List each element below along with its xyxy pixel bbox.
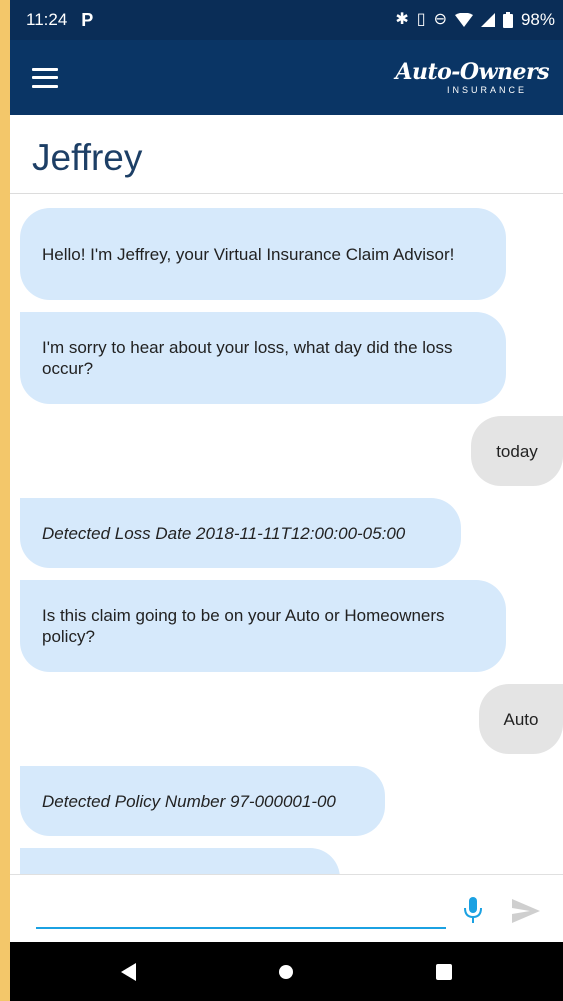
signal-icon [480, 13, 495, 27]
home-icon[interactable] [278, 964, 293, 979]
chat-transcript[interactable]: Hello! I'm Jeffrey, your Virtual Insuran… [10, 194, 563, 874]
chat-message-user: Auto [479, 684, 563, 754]
wifi-icon [454, 13, 473, 27]
chat-message-bot: I'm sorry to hear about your loss, what … [20, 312, 506, 404]
page-title: Jeffrey [32, 137, 143, 178]
logo-brand: Auto-Owners [395, 58, 549, 85]
chat-message-user: today [471, 416, 563, 486]
back-icon[interactable] [121, 962, 137, 981]
message-text: Auto [503, 709, 539, 729]
title-bar: Jeffrey [10, 115, 563, 194]
message-text: Detected Policy Number 97-000001-00 [42, 791, 336, 811]
message-text: Is this claim going to be on your Auto o… [42, 606, 445, 646]
status-time: 11:24 [26, 10, 68, 29]
auto-owners-logo: Auto-Owners INSURANCE [395, 61, 549, 95]
android-nav-bar [10, 942, 563, 1001]
message-composer [10, 874, 563, 942]
chat-message-bot: Detected Loss Date 2018-11-11T12:00:00-0… [20, 498, 461, 568]
chat-message-bot: Detected Policy Number 97-000001-00 [20, 766, 385, 836]
message-text: I'm sorry to hear about your loss, what … [42, 338, 453, 378]
message-text: today [496, 441, 538, 461]
chat-message-bot: Is this claim going to be on your Auto o… [20, 580, 506, 672]
hamburger-menu-icon[interactable] [32, 67, 58, 88]
send-icon[interactable] [510, 897, 542, 925]
bluetooth-icon: ✱ [395, 11, 409, 28]
do-not-disturb-icon: ⊖ [433, 11, 447, 28]
chat-message-bot-partial [20, 848, 340, 874]
status-bar: 11:24 P ✱ ▯ ⊖ 98% [10, 0, 563, 40]
message-input[interactable] [36, 891, 446, 929]
recents-icon[interactable] [435, 963, 452, 980]
message-text: Hello! I'm Jeffrey, your Virtual Insuran… [42, 244, 455, 264]
vibrate-icon: ▯ [416, 11, 426, 28]
message-text: Detected Loss Date 2018-11-11T12:00:00-0… [42, 523, 406, 543]
chat-message-bot: Hello! I'm Jeffrey, your Virtual Insuran… [20, 208, 506, 300]
app-frame: 11:24 P ✱ ▯ ⊖ 98% Auto-Owners INSURANCE … [10, 0, 563, 1001]
microphone-icon[interactable] [462, 895, 484, 925]
battery-icon [502, 12, 513, 28]
parking-icon: P [81, 9, 94, 30]
app-bar: Auto-Owners INSURANCE [10, 40, 563, 115]
battery-level: 98% [520, 10, 555, 29]
logo-subtitle: INSURANCE [446, 84, 527, 95]
